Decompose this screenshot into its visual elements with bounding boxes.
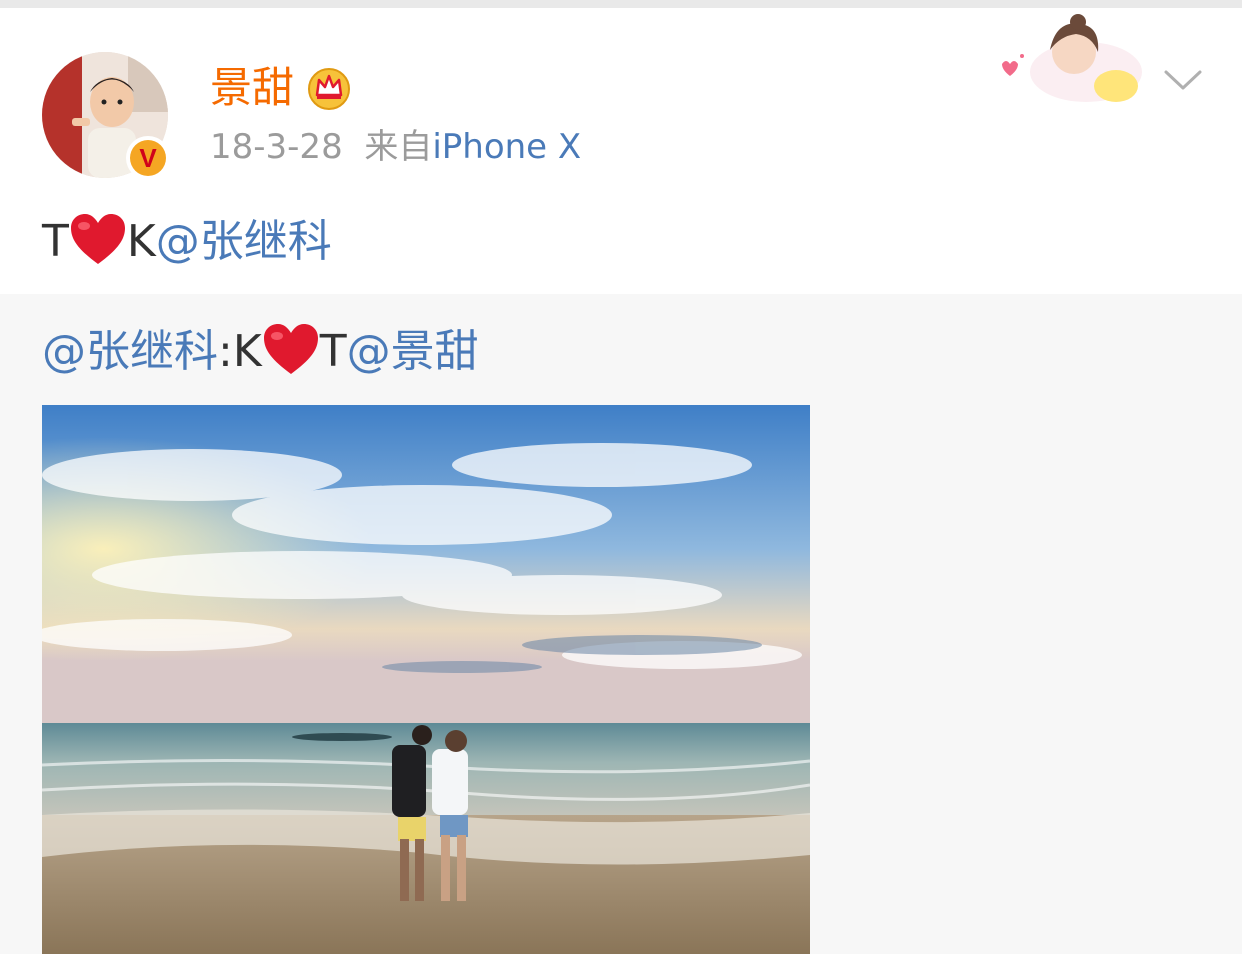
mention-link[interactable]: @张继科	[156, 216, 332, 267]
beach-photo[interactable]	[42, 405, 810, 954]
source-prefix: 来自	[364, 127, 433, 167]
author-name[interactable]: 景甜	[210, 62, 294, 114]
top-divider	[0, 0, 1242, 8]
repost-card[interactable]: @张继科:K T@景甜	[0, 294, 1242, 954]
post-text-k: K	[126, 216, 156, 267]
crown-icon[interactable]	[306, 64, 352, 110]
verified-v-icon: V	[130, 140, 166, 176]
verified-badge: V	[126, 136, 170, 180]
post-text: T K@张继科	[42, 212, 332, 272]
card-sticker-icon[interactable]	[996, 14, 1146, 106]
heart-icon	[70, 214, 125, 264]
source-device-link[interactable]: iPhone X	[432, 127, 581, 167]
post-meta: 18-3-28 来自iPhone X	[210, 124, 581, 170]
repost-separator: :K	[218, 326, 262, 377]
post-text-t: T	[42, 216, 69, 267]
repost-text: @张继科:K T@景甜	[42, 322, 479, 382]
repost-mention-link[interactable]: @张继科	[42, 326, 218, 377]
chevron-down-icon[interactable]	[1162, 62, 1204, 98]
repost-mention2-link[interactable]: @景甜	[347, 326, 479, 377]
repost-text-t: T	[319, 326, 347, 377]
post-time: 18-3-28	[210, 127, 343, 167]
heart-icon	[263, 324, 318, 374]
